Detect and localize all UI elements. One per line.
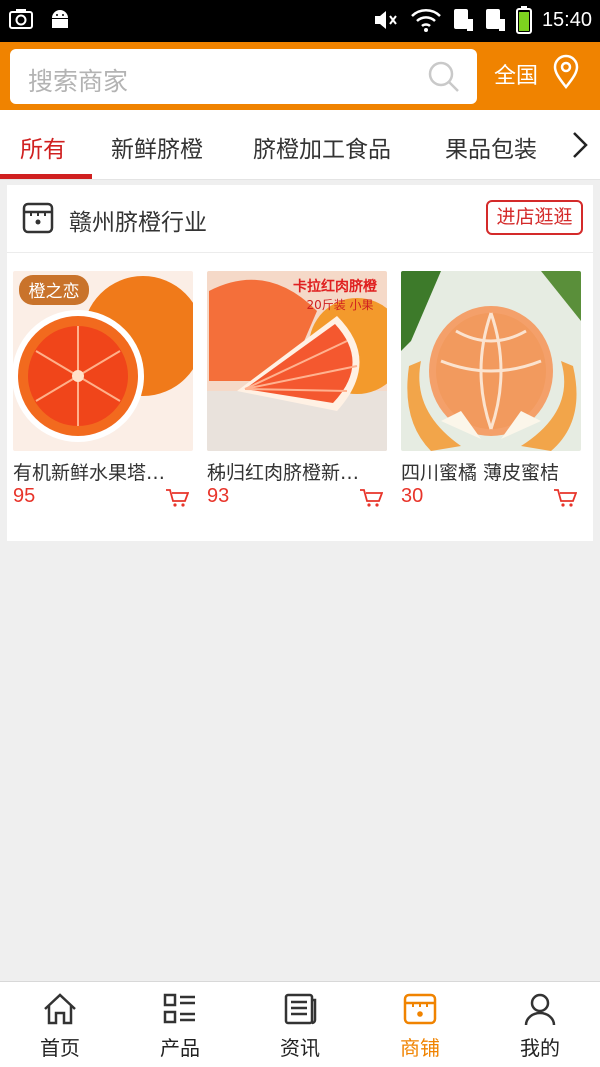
cart-icon[interactable] — [165, 487, 189, 509]
store-name: 赣州脐橙行业 — [69, 210, 207, 236]
store-icon — [22, 202, 54, 234]
location-pin-icon[interactable] — [550, 54, 582, 90]
cart-icon[interactable] — [359, 487, 383, 509]
shop-icon — [403, 993, 437, 1025]
search-placeholder: 搜索商家 — [28, 67, 129, 96]
tab-all[interactable]: 所有 — [20, 130, 66, 164]
nav-label: 产品 — [160, 1036, 200, 1060]
nav-home[interactable]: 首页 — [0, 982, 120, 1067]
nav-products[interactable]: 产品 — [120, 982, 240, 1067]
header: 搜索商家 全国 — [0, 42, 600, 110]
product-name: 有机新鲜水果塔… — [13, 462, 166, 484]
news-icon — [284, 993, 317, 1025]
store-header: 赣州脐橙行业 进店逛逛 — [7, 185, 593, 253]
product-image[interactable]: 橙之恋 — [13, 271, 193, 451]
nav-news[interactable]: 资讯 — [240, 982, 360, 1067]
nav-label: 我的 — [520, 1036, 560, 1060]
sim1-icon — [453, 9, 473, 31]
enter-store-button[interactable]: 进店逛逛 — [486, 200, 583, 235]
android-icon — [52, 10, 68, 28]
nav-mine[interactable]: 我的 — [480, 982, 600, 1067]
bottom-nav: 首页 产品 资讯 商铺 我的 — [0, 981, 600, 1067]
product-image-caption: 卡拉红肉脐橙 — [293, 278, 378, 295]
product-image-badge: 橙之恋 — [29, 281, 80, 302]
tab-fruit-packaging[interactable]: 果品包装 — [445, 130, 537, 164]
search-input[interactable]: 搜索商家 — [10, 49, 477, 104]
product-card[interactable]: 四川蜜橘 薄皮蜜桔 30 — [401, 271, 581, 507]
tab-processed-food[interactable]: 脐橙加工食品 — [253, 130, 391, 164]
product-image[interactable]: 卡拉红肉脐橙 20斤装 小果 — [207, 271, 387, 451]
active-tab-indicator — [0, 174, 92, 179]
nav-shops[interactable]: 商铺 — [360, 982, 480, 1067]
clock: 15:40 — [541, 8, 592, 31]
sim2-icon — [485, 9, 505, 31]
wifi-icon — [411, 9, 441, 32]
category-tabs: 所有 新鲜脐橙 脐橙加工食品 果品包装 — [0, 110, 600, 180]
nav-label: 首页 — [40, 1036, 80, 1060]
product-card[interactable]: 卡拉红肉脐橙 20斤装 小果 秭归红肉脐橙新… 93 — [207, 271, 387, 507]
product-price: 93 — [207, 485, 230, 507]
user-icon — [524, 993, 556, 1026]
product-name: 秭归红肉脐橙新… — [207, 462, 360, 484]
product-price: 30 — [401, 485, 424, 507]
region-label[interactable]: 全国 — [494, 58, 538, 90]
product-image[interactable] — [401, 271, 581, 451]
tab-fresh-navel-orange[interactable]: 新鲜脐橙 — [111, 130, 203, 164]
search-icon[interactable] — [427, 60, 461, 94]
product-card[interactable]: 橙之恋 有机新鲜水果塔… 95 — [13, 271, 193, 507]
nav-label: 资讯 — [280, 1036, 320, 1060]
list-icon — [163, 993, 195, 1024]
store-card: 赣州脐橙行业 进店逛逛 橙之恋 有机新鲜水果塔… 95 卡拉红肉脐橙 20斤装 … — [7, 185, 593, 541]
battery-icon — [515, 6, 532, 34]
status-bar: 15:40 — [0, 0, 600, 42]
product-price: 95 — [13, 485, 36, 507]
home-icon — [44, 993, 76, 1025]
product-image-caption-2: 20斤装 小果 — [306, 298, 373, 312]
cart-icon[interactable] — [553, 487, 577, 509]
nav-label: 商铺 — [400, 1036, 440, 1060]
mute-icon — [374, 11, 397, 29]
chevron-right-icon[interactable] — [570, 130, 590, 160]
product-name: 四川蜜橘 薄皮蜜桔 — [401, 462, 560, 484]
screenshot-icon — [9, 9, 33, 29]
